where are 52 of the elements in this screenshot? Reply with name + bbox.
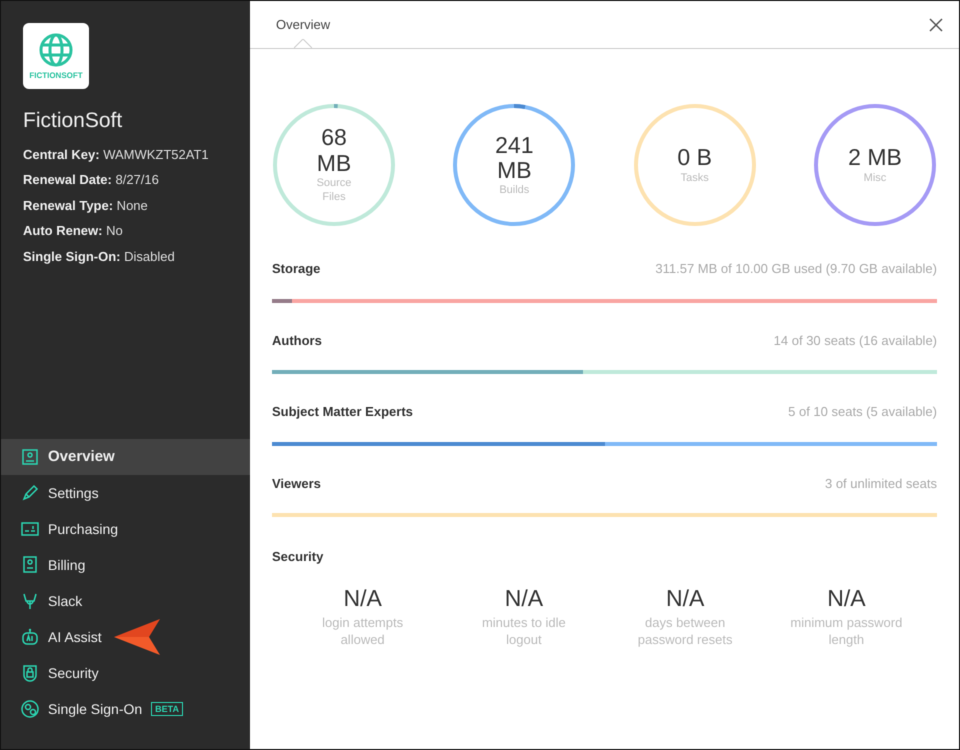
usage-title: Subject Matter Experts bbox=[272, 403, 413, 421]
nav-item[interactable]: Slack bbox=[1, 583, 250, 619]
stat-value: N/A bbox=[826, 584, 867, 612]
ring-value: 241 MB bbox=[494, 132, 535, 184]
nav-item[interactable]: Settings bbox=[1, 475, 250, 511]
robot-icon bbox=[21, 628, 39, 646]
usage-summary: 14 of 30 seats (16 available) bbox=[774, 332, 937, 350]
ring-label: Builds bbox=[498, 183, 530, 198]
nav-item[interactable]: Security bbox=[1, 655, 250, 691]
stat-label: login attempts allowed bbox=[321, 615, 404, 649]
usage-title: Authors bbox=[272, 332, 322, 350]
card-icon bbox=[21, 520, 39, 538]
beta-tag: BETA bbox=[151, 702, 184, 716]
usage-title: Storage bbox=[272, 260, 320, 278]
plug-icon bbox=[21, 592, 39, 610]
tab[interactable]: Overview bbox=[274, 1, 332, 48]
section-title: Security bbox=[272, 548, 324, 566]
ring-label: Misc bbox=[862, 170, 888, 185]
users-circle-icon bbox=[21, 700, 39, 718]
logo-text: FICTIONSOFT bbox=[29, 72, 83, 80]
organization-name: FictionSoft bbox=[23, 108, 124, 134]
detail-line: Central Key: WAMWKZT52AT1 bbox=[23, 146, 210, 164]
profile-card-icon bbox=[21, 448, 39, 466]
detail-line: Auto Renew: No bbox=[23, 222, 124, 240]
usage-summary: 5 of 10 seats (5 available) bbox=[788, 403, 937, 421]
ring-value: 68 MB bbox=[316, 125, 352, 176]
stat-label: minimum password length bbox=[789, 615, 904, 649]
stat-value: N/A bbox=[504, 584, 544, 612]
ring-label: Tasks bbox=[680, 170, 710, 185]
usage-summary: 311.57 MB of 10.00 GB used (9.70 GB available) bbox=[655, 260, 937, 278]
ring-value: 2 MB bbox=[847, 145, 903, 170]
close-button[interactable] bbox=[929, 18, 943, 32]
nav-item[interactable]: AI Assist bbox=[1, 619, 250, 655]
nav-item[interactable]: Purchasing bbox=[1, 511, 250, 547]
stat-label: days between password resets bbox=[636, 615, 734, 649]
nav-item[interactable]: Single Sign-On BETA bbox=[1, 691, 250, 727]
ring-label: Source Files bbox=[316, 176, 352, 205]
stat-value: N/A bbox=[342, 584, 383, 612]
detail-line: Single Sign-On: Disabled bbox=[23, 248, 176, 266]
pencil-icon bbox=[21, 484, 39, 502]
usage-summary: 3 of unlimited seats bbox=[824, 474, 937, 492]
ring-value: 0 B bbox=[676, 145, 713, 170]
usage-title: Viewers bbox=[272, 474, 321, 492]
nav-item[interactable]: Overview bbox=[1, 439, 250, 475]
nav-item[interactable]: Billing bbox=[1, 547, 250, 583]
stat-value: N/A bbox=[664, 584, 706, 612]
globe-icon bbox=[38, 32, 74, 68]
lock-shield-icon bbox=[21, 664, 39, 682]
stat-label: minutes to idle logout bbox=[480, 615, 567, 649]
detail-line: Renewal Date: 8/27/16 bbox=[23, 171, 160, 189]
detail-line: Renewal Type: None bbox=[23, 196, 149, 215]
receipt-icon bbox=[21, 556, 39, 574]
